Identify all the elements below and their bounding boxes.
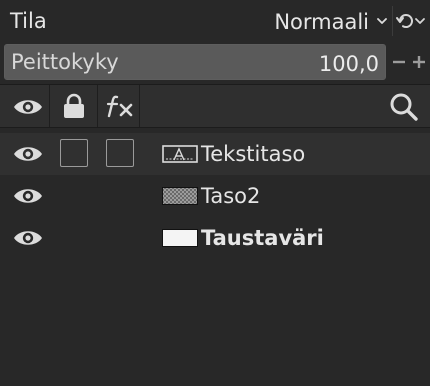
- fx-icon: [106, 95, 133, 118]
- eye-icon: [14, 100, 42, 114]
- chevron-down-icon: [377, 18, 387, 24]
- separator: [392, 6, 393, 36]
- transparent-layer-thumbnail: [162, 187, 198, 205]
- lock-toggle[interactable]: [60, 139, 88, 167]
- eye-icon[interactable]: [12, 227, 44, 249]
- eye-icon[interactable]: [12, 143, 44, 165]
- background-layer-thumbnail: [162, 229, 198, 247]
- visibility-column-header[interactable]: [0, 85, 50, 127]
- layers-panel: Tila Normaali Peittokyky 100,0 Tekstitas…: [0, 0, 430, 386]
- layer-row-tekstitaso[interactable]: Tekstitaso: [0, 133, 430, 175]
- layer-name: Taustaväri: [201, 226, 324, 250]
- effects-toggle[interactable]: [106, 139, 134, 167]
- mode-dropdown[interactable]: Normaali: [255, 2, 391, 40]
- eye-icon[interactable]: [12, 185, 44, 207]
- opacity-increase-button[interactable]: [410, 48, 428, 76]
- opacity-label: Peittokyky: [11, 50, 119, 74]
- opacity-decrease-button[interactable]: [390, 48, 408, 76]
- layer-row-taso2[interactable]: Taso2: [0, 175, 430, 217]
- search-button[interactable]: [384, 85, 430, 127]
- lock-column-header[interactable]: [50, 85, 98, 127]
- minus-icon: [393, 60, 405, 64]
- composite-mode-icon: [396, 14, 425, 28]
- effects-column-header[interactable]: [98, 85, 140, 127]
- layer-row-taustavari[interactable]: Taustaväri: [0, 217, 430, 259]
- composite-mode-button[interactable]: [394, 4, 428, 38]
- plus-icon: [413, 56, 425, 68]
- opacity-value: 100,0: [318, 52, 379, 76]
- opacity-row: Peittokyky 100,0: [0, 42, 430, 82]
- mode-row: Tila Normaali: [0, 0, 430, 42]
- mode-value: Normaali: [274, 10, 369, 34]
- lock-icon: [64, 93, 84, 118]
- layer-column-header: [0, 84, 430, 128]
- search-icon: [390, 93, 418, 121]
- layer-name: Tekstitaso: [201, 142, 306, 166]
- opacity-spinscale[interactable]: Peittokyky 100,0: [4, 44, 386, 80]
- layer-name: Taso2: [201, 184, 261, 208]
- mode-label: Tila: [10, 9, 47, 33]
- text-layer-icon: [162, 145, 198, 163]
